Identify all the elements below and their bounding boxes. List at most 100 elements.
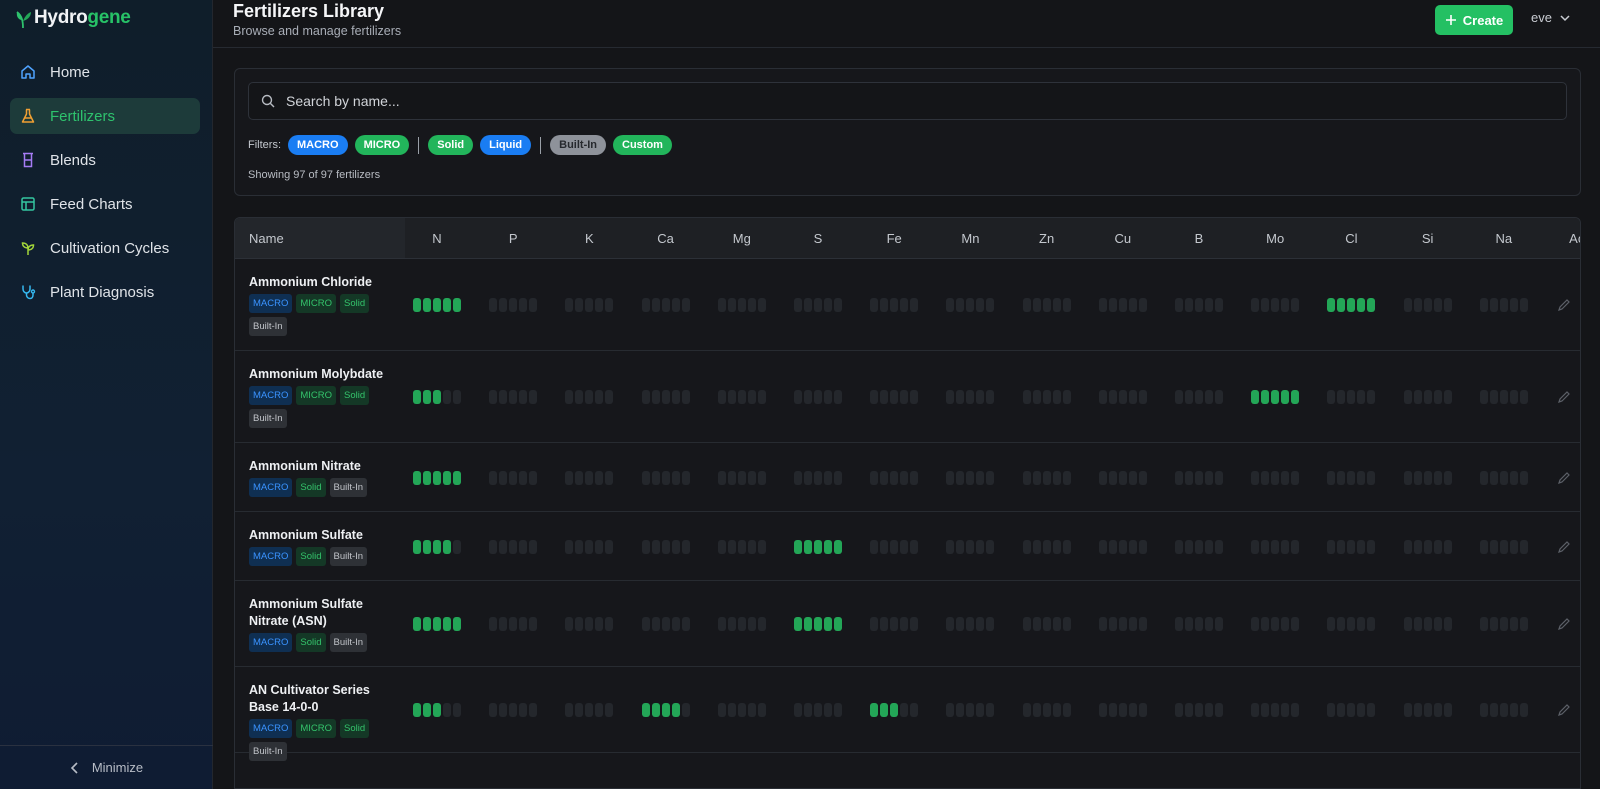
nutrient-level-b (1175, 617, 1223, 631)
level-segment (585, 298, 594, 312)
column-header-fe[interactable]: Fe (856, 218, 932, 258)
column-header-na[interactable]: Na (1466, 218, 1542, 258)
column-header-si[interactable]: Si (1390, 218, 1466, 258)
table-row[interactable]: AN Cultivator Series Base 14-0-0 MACRO MIC… (235, 667, 1580, 761)
sidebar-item-feed-charts[interactable]: Feed Charts (10, 186, 200, 222)
column-header-mn[interactable]: Mn (932, 218, 1008, 258)
column-header-cu[interactable]: Cu (1085, 218, 1161, 258)
search-icon (261, 94, 275, 108)
level-segment (910, 617, 919, 631)
column-header-n[interactable]: N (399, 218, 475, 258)
filter-divider (540, 136, 542, 154)
app-logo[interactable]: Hydrogene (14, 4, 131, 32)
level-segment (1042, 471, 1051, 485)
level-segment (757, 298, 766, 312)
filter-chip-solid[interactable]: Solid (428, 135, 474, 155)
sidebar-item-label: Blends (50, 151, 96, 169)
level-segment (575, 471, 584, 485)
column-header-s[interactable]: S (780, 218, 856, 258)
level-segment (946, 617, 955, 631)
level-segment (976, 471, 985, 485)
create-button[interactable]: Create (1435, 5, 1513, 35)
search-box[interactable] (248, 82, 1567, 120)
level-segment (1261, 703, 1270, 717)
level-segment (880, 540, 889, 554)
table-row[interactable]: Ammonium Sulfate MACRO Solid Built-In (235, 512, 1580, 581)
edit-icon[interactable] (1557, 617, 1571, 631)
level-segment (1403, 390, 1412, 404)
tag-list: MACRO MICRO Solid Built-In (249, 294, 379, 336)
level-segment (727, 703, 736, 717)
edit-icon[interactable] (1557, 298, 1571, 312)
nutrient-level-b (1175, 703, 1223, 717)
fertilizer-name[interactable]: Ammonium Molybdate (249, 366, 394, 383)
level-segment (1195, 390, 1203, 404)
user-menu[interactable]: eve (1531, 10, 1570, 25)
column-header-acti[interactable]: Acti (1542, 218, 1580, 258)
column-header-zn[interactable]: Zn (1009, 218, 1085, 258)
filter-divider (418, 136, 420, 154)
create-label: Create (1462, 12, 1504, 28)
level-segment (413, 471, 421, 485)
level-segment (880, 471, 889, 485)
column-header-k[interactable]: K (551, 218, 627, 258)
level-segment (1327, 703, 1336, 717)
sidebar-item-cultivation-cycles[interactable]: Cultivation Cycles (10, 230, 200, 266)
level-segment (1499, 298, 1508, 312)
level-segment (1251, 540, 1260, 554)
level-segment (814, 540, 822, 554)
table-row[interactable]: Ammonium Chloride MACRO MICRO Solid Built-In (235, 259, 1580, 351)
sidebar-item-home[interactable]: Home (10, 54, 200, 90)
minimize-sidebar-button[interactable]: Minimize (0, 745, 213, 789)
column-header-p[interactable]: P (475, 218, 551, 258)
nutrient-level-fe (870, 703, 919, 717)
nutrient-level-k (565, 471, 614, 485)
level-segment (1052, 617, 1061, 631)
level-segment (717, 471, 726, 485)
column-header-b[interactable]: B (1161, 218, 1237, 258)
sidebar-item-plant-diagnosis[interactable]: Plant Diagnosis (10, 274, 200, 310)
nutrient-level-k (565, 703, 614, 717)
nutrient-level-mn (946, 617, 995, 631)
edit-icon[interactable] (1557, 471, 1571, 485)
fertilizer-name[interactable]: AN Cultivator Series Base 14-0-0 (249, 682, 394, 715)
level-segment (499, 540, 508, 554)
filter-chip-built-in[interactable]: Built-In (550, 135, 607, 155)
edit-icon[interactable] (1557, 540, 1571, 554)
sidebar-item-fertilizers[interactable]: Fertilizers (10, 98, 200, 134)
level-segment (1357, 540, 1366, 554)
level-segment (565, 617, 574, 631)
filter-chip-custom[interactable]: Custom (613, 135, 672, 155)
column-header-ca[interactable]: Ca (628, 218, 704, 258)
level-segment (824, 471, 832, 485)
level-segment (976, 703, 985, 717)
filter-chip-micro[interactable]: MICRO (354, 135, 410, 155)
edit-icon[interactable] (1557, 390, 1571, 404)
filter-chip-macro[interactable]: MACRO (288, 135, 348, 155)
nutrient-level-s (794, 617, 842, 631)
column-header-mo[interactable]: Mo (1237, 218, 1313, 258)
level-segment (575, 703, 584, 717)
level-segment (453, 390, 461, 404)
level-segment (814, 298, 822, 312)
column-header-mg[interactable]: Mg (704, 218, 780, 258)
filter-chip-liquid[interactable]: Liquid (480, 135, 532, 155)
table-row[interactable]: Ammonium Sulfate Nitrate (ASN) MACRO Solid… (235, 581, 1580, 667)
edit-icon[interactable] (1557, 703, 1571, 717)
level-segment (1062, 703, 1071, 717)
level-segment (1138, 540, 1147, 554)
column-header-cl[interactable]: Cl (1313, 218, 1389, 258)
level-segment (747, 617, 756, 631)
level-segment (413, 540, 421, 554)
search-input[interactable] (286, 93, 1286, 109)
fertilizer-name[interactable]: Ammonium Sulfate (249, 527, 394, 544)
fertilizer-name[interactable]: Ammonium Chloride (249, 274, 394, 291)
fertilizer-name[interactable]: Ammonium Sulfate Nitrate (ASN) (249, 596, 394, 629)
column-header-name[interactable]: Name (235, 218, 405, 258)
level-segment (1423, 298, 1432, 312)
level-segment (1357, 298, 1366, 312)
fertilizer-name[interactable]: Ammonium Nitrate (249, 458, 394, 475)
sidebar-item-blends[interactable]: Blends (10, 142, 200, 178)
table-row[interactable]: Ammonium Nitrate MACRO Solid Built-In (235, 443, 1580, 512)
table-row[interactable]: Ammonium Molybdate MACRO MICRO Solid Built-I… (235, 351, 1580, 443)
